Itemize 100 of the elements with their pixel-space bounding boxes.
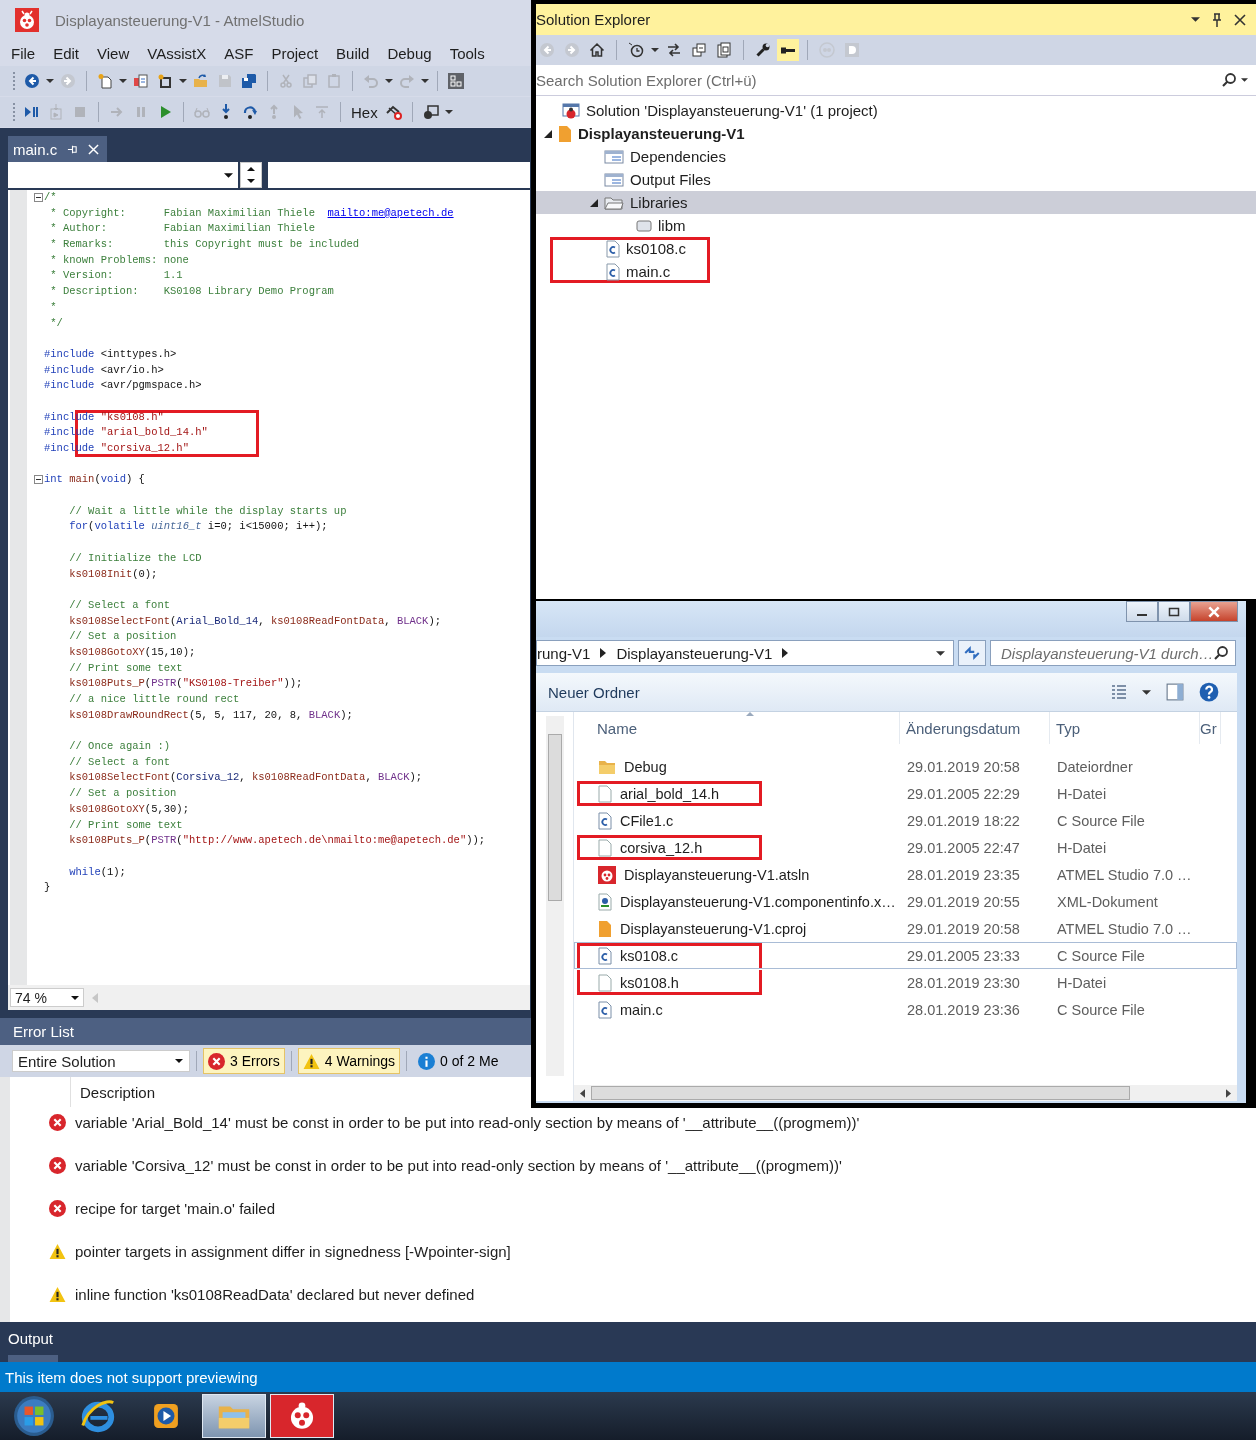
- tree-item[interactable]: Displayansteuerung-V1: [536, 122, 1256, 145]
- breadcrumb-item[interactable]: Displayansteuerung-V1: [616, 644, 773, 662]
- back-icon[interactable]: [24, 73, 40, 89]
- column-header[interactable]: Gr: [1200, 712, 1221, 745]
- down-arrow-icon[interactable]: [247, 179, 255, 183]
- column-header[interactable]: Description: [80, 1083, 156, 1101]
- wrench-icon[interactable]: [755, 42, 771, 58]
- scope-dropdown[interactable]: Entire Solution: [12, 1050, 190, 1072]
- refresh-button[interactable]: [958, 640, 986, 667]
- tree-item[interactable]: Dependencies: [536, 145, 1256, 168]
- help-icon[interactable]: [1199, 682, 1219, 703]
- home-icon[interactable]: [589, 42, 605, 58]
- filter-button[interactable]: 3 Errors: [203, 1048, 285, 1074]
- tree-item[interactable]: libm: [536, 214, 1256, 237]
- caret-icon[interactable]: [224, 173, 233, 178]
- new-project-icon[interactable]: [97, 73, 113, 89]
- window-icon[interactable]: [422, 104, 439, 120]
- breakpoint-icon[interactable]: [385, 104, 402, 120]
- expand-arrow-icon[interactable]: [544, 129, 552, 138]
- open-folder-icon[interactable]: [193, 73, 209, 89]
- taskbar-button[interactable]: [270, 1394, 334, 1438]
- preview-pane-icon[interactable]: [1165, 683, 1185, 702]
- scroll-left-icon[interactable]: [580, 1088, 585, 1098]
- breadcrumb-item[interactable]: rung-V1: [537, 644, 591, 662]
- search-icon[interactable]: [1213, 645, 1229, 662]
- caret-icon[interactable]: [651, 48, 659, 52]
- view-list-icon[interactable]: [1110, 684, 1128, 701]
- file-row[interactable]: Debug 29.01.2019 20:58 Dateiordner: [574, 753, 1237, 781]
- menu-item[interactable]: View: [97, 44, 130, 62]
- file-row[interactable]: Displayansteuerung-V1.cproj 29.01.2019 20:58 ATMEL Studio 7.0 …: [574, 915, 1237, 943]
- error-message[interactable]: inline function 'ks0108ReadData' declared but never defined: [75, 1285, 475, 1303]
- scrollbar[interactable]: [574, 1085, 1237, 1101]
- maximize-button[interactable]: [1158, 601, 1190, 623]
- error-message[interactable]: variable 'Corsiva_12' must be const in order to be put into read-only section by means of '__attribute__((progmem))': [75, 1156, 842, 1174]
- pin-icon[interactable]: [67, 143, 79, 155]
- collapse-icon[interactable]: [691, 42, 707, 58]
- file-row[interactable]: CFile1.c 29.01.2019 18:22 C Source File: [574, 807, 1237, 835]
- new-folder-button[interactable]: Neuer Ordner: [548, 683, 640, 701]
- save-all-icon[interactable]: [241, 73, 257, 89]
- caret-icon[interactable]: [385, 79, 393, 83]
- sync-icon[interactable]: [666, 42, 682, 58]
- menu-item[interactable]: ASF: [224, 44, 254, 62]
- minimize-button[interactable]: [1126, 601, 1158, 623]
- error-message[interactable]: recipe for target 'main.o' failed: [75, 1199, 275, 1217]
- file-row[interactable]: Displayansteuerung-V1.atsln 28.01.2019 23:35 ATMEL Studio 7.0 …: [574, 861, 1237, 889]
- layout-icon[interactable]: [448, 73, 464, 89]
- expand-arrow-icon[interactable]: [590, 198, 598, 207]
- caret-icon[interactable]: [421, 79, 429, 83]
- filter-button[interactable]: 4 Warnings: [297, 1048, 401, 1074]
- menu-item[interactable]: VAssistX: [147, 44, 207, 62]
- history-icon[interactable]: [628, 42, 644, 58]
- menu-item[interactable]: File: [11, 44, 36, 62]
- caret-icon[interactable]: [444, 110, 453, 114]
- error-message[interactable]: pointer targets in assignment differ in signedness [-Wpointer-sign]: [75, 1242, 511, 1260]
- address-bar[interactable]: rung-V1 Displayansteuerung-V1: [536, 640, 954, 667]
- file-tab[interactable]: main.c: [8, 136, 108, 162]
- collapse-icon[interactable]: [34, 193, 43, 202]
- caret-icon[interactable]: [71, 995, 79, 1000]
- add-item-icon[interactable]: [133, 73, 149, 89]
- new-file-icon[interactable]: [157, 73, 173, 89]
- caret-icon[interactable]: [936, 651, 945, 657]
- close-icon[interactable]: [1234, 13, 1246, 26]
- caret-icon[interactable]: [1241, 78, 1248, 82]
- caret-icon[interactable]: [46, 79, 54, 83]
- dropdown-icon[interactable]: [1191, 17, 1200, 22]
- step-over-icon[interactable]: [242, 104, 258, 120]
- pages-icon[interactable]: [716, 42, 732, 58]
- start-debugging-icon[interactable]: [24, 104, 40, 120]
- caret-icon[interactable]: [119, 79, 127, 83]
- column-header[interactable]: Typ: [1050, 712, 1200, 745]
- file-row[interactable]: ks0108.c 29.01.2005 23:33 C Source File: [574, 942, 1237, 970]
- menu-item[interactable]: Debug: [387, 44, 432, 62]
- scroll-right-icon[interactable]: [1226, 1088, 1231, 1098]
- file-row[interactable]: Displayansteuerung-V1.componentinfo.x… 29.01.2019 20:55 XML-Dokument: [574, 888, 1237, 916]
- search-icon[interactable]: [1221, 72, 1237, 88]
- menu-item[interactable]: Edit: [53, 44, 80, 62]
- zoom-dropdown[interactable]: 74 %: [10, 988, 84, 1007]
- caret-icon[interactable]: [175, 1059, 183, 1063]
- column-header[interactable]: Änderungsdatum: [900, 712, 1050, 745]
- collapse-icon[interactable]: [34, 475, 43, 485]
- menu-item[interactable]: Build: [336, 44, 370, 62]
- search-box[interactable]: Displayansteuerung-V1 durch…: [990, 640, 1236, 667]
- tree-item[interactable]: Libraries: [536, 191, 1256, 214]
- up-arrow-icon[interactable]: [247, 167, 255, 171]
- caret-icon[interactable]: [1142, 689, 1151, 695]
- search-field[interactable]: Displayansteuerung-V1 durch…: [1001, 644, 1213, 662]
- filter-button[interactable]: 0 of 2 Me: [413, 1048, 504, 1074]
- menu-item[interactable]: Project: [271, 44, 319, 62]
- pin-icon[interactable]: [1212, 12, 1222, 27]
- file-row[interactable]: main.c 28.01.2019 23:36 C Source File: [574, 996, 1237, 1024]
- chevron-icon[interactable]: [600, 648, 607, 659]
- tree-item[interactable]: Output Files: [536, 168, 1256, 191]
- tree-item[interactable]: Solution 'Displayansteuerung-V1' (1 project): [536, 99, 1256, 122]
- pin-icon[interactable]: [780, 42, 796, 58]
- caret-icon[interactable]: [179, 79, 187, 83]
- scrollbar[interactable]: [545, 716, 564, 1077]
- error-message[interactable]: variable 'Arial_Bold_14' must be const in order to be put into read-only section by means of '__attribute__((progmem))': [75, 1113, 860, 1131]
- hex-toggle[interactable]: Hex: [351, 103, 378, 121]
- spin-button[interactable]: [240, 162, 262, 188]
- close-button[interactable]: [1190, 601, 1238, 623]
